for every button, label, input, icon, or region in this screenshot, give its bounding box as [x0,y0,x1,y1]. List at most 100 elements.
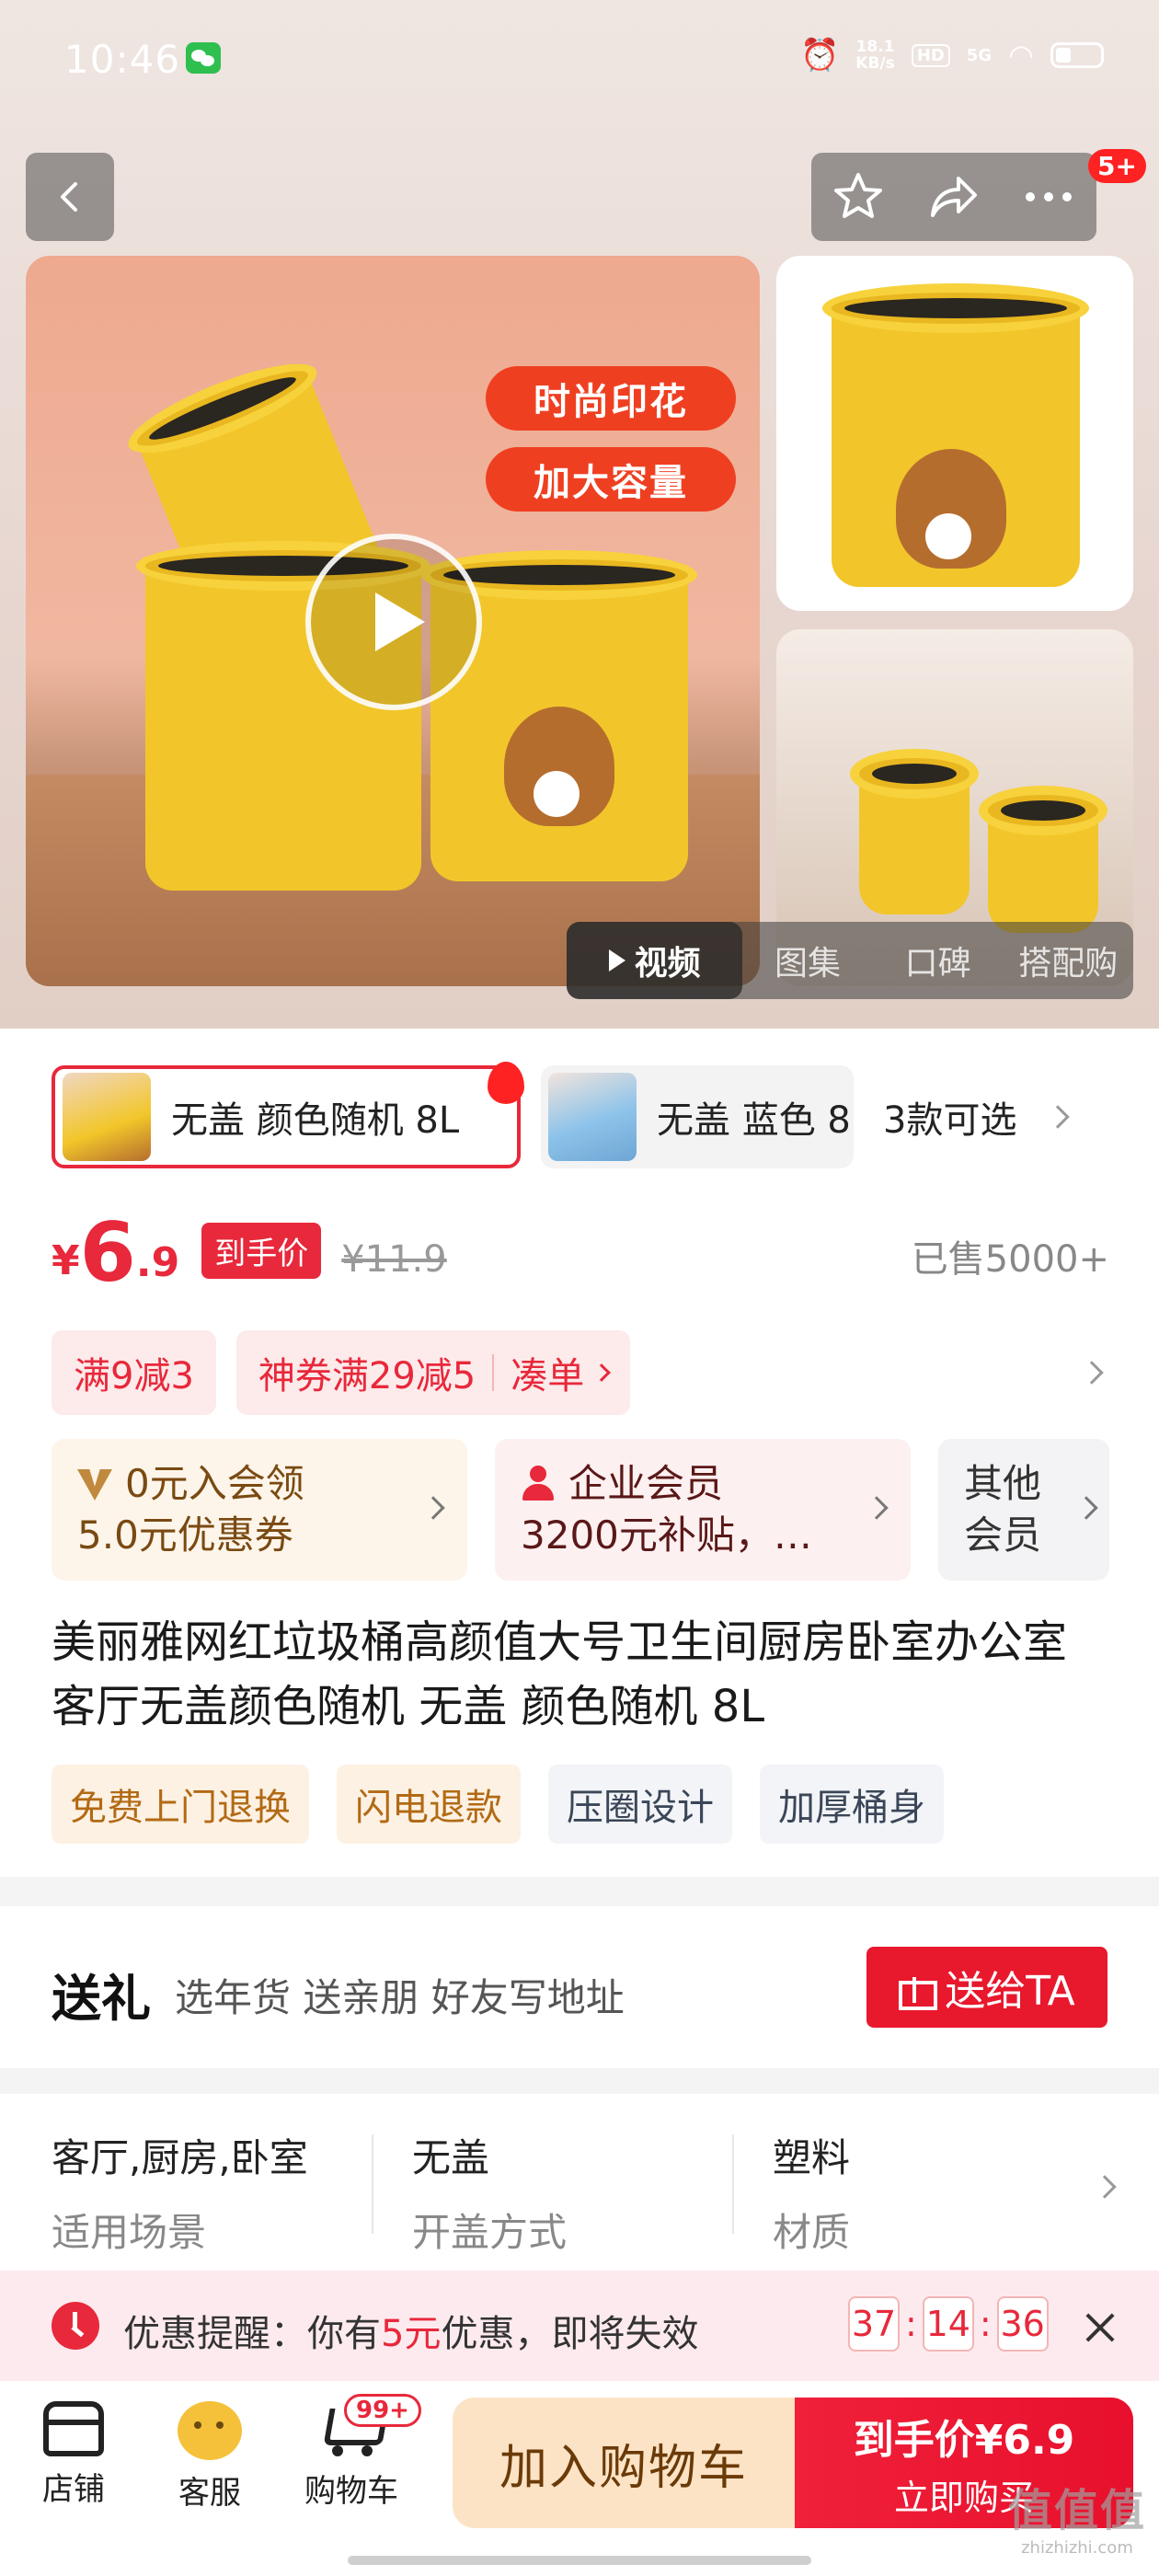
vip-v-icon [77,1469,112,1501]
service-tags: 免费上门退换 闪电退款 压圈设计 加厚桶身 [52,1765,971,1844]
watermark: 值值值 zhizhizhi.com [1008,2474,1146,2558]
sold-count: 已售5000+ [911,1238,1109,1281]
watermark-logo: 值值值 [1007,2485,1146,2536]
bear-illustration [504,707,614,826]
attr-value: 客厅,厨房,卧室 [52,2135,308,2180]
membership-row: 0元入会领 5.0元优惠券 企业会员 3200元补贴，… 其他 会员 [52,1439,1109,1581]
divider [492,1354,495,1391]
home-indicator[interactable] [348,2556,811,2565]
play-video-button[interactable] [305,534,482,710]
promo-coupon-label: 神券满29减5 [258,1355,476,1397]
countdown-timer: 37 : 14 : 36 [848,2296,1049,2352]
attr-material: 塑料 材质 [773,2127,850,2258]
cart-count-badge: 99+ [344,2394,421,2427]
customer-service-button[interactable]: 客服 [155,2401,265,2513]
member-card-other-text: 其他 会员 [964,1458,1041,1561]
price-integer: 6 [79,1205,136,1300]
person-icon [521,1466,556,1501]
star-icon[interactable] [832,170,885,224]
chevron-right-icon [1074,1496,1098,1520]
wifi-icon: ◠ [1008,38,1034,73]
main-product-image[interactable]: 时尚印花 加大容量 [26,256,760,986]
net-speed-value: 18.1 [855,38,895,56]
thumb2-bin-left [850,749,979,914]
attr-value: 塑料 [773,2135,851,2180]
status-bar: 10:46 ⏰ 18.1 KB/s HD 5G ◠ [0,0,1159,120]
divider [372,2134,373,2234]
reminder-prefix: 优惠提醒：你有 [123,2313,381,2355]
add-to-cart-button[interactable]: 加入购物车 [453,2398,795,2528]
tab-reviews[interactable]: 口碑 [873,937,1004,984]
chevron-right-icon [1046,1105,1071,1129]
wechat-icon [186,42,221,74]
promo-bundle-label: 凑单 [511,1355,585,1397]
gift-description: 选年货 送亲朋 好友写地址 [175,1975,625,2020]
share-icon[interactable] [925,171,981,223]
gift-icon [899,1972,938,2010]
attr-key: 材质 [773,2210,851,2255]
variant-label: 无盖 蓝色 8L [657,1099,854,1142]
tag-press-ring: 压圈设计 [548,1765,732,1844]
discount-reminder[interactable]: 优惠提醒：你有5元优惠，即将失效 37 : 14 : 36 [0,2271,1159,2381]
variant-thumb [548,1073,637,1161]
tag-fast-refund[interactable]: 闪电退款 [337,1765,521,1844]
chevron-right-icon [592,1363,612,1382]
thumbnail-1[interactable] [776,256,1133,611]
attr-value: 无盖 [412,2135,490,2180]
variant-selected[interactable]: 无盖 颜色随机 8L [52,1062,524,1168]
fire-icon [488,1062,524,1104]
attributes-section[interactable]: 客厅,厨房,卧室 适用场景 无盖 开盖方式 塑料 材质 [0,2094,1159,2271]
attr-lid: 无盖 开盖方式 [412,2127,567,2258]
more-icon[interactable] [1021,188,1076,206]
tag-free-return[interactable]: 免费上门退换 [52,1765,309,1844]
variant-option[interactable]: 无盖 蓝色 8L [541,1065,854,1168]
close-icon[interactable] [1082,2309,1119,2346]
buy-now-price: 到手价¥6.9 [853,2416,1075,2464]
top-actions [811,153,1096,241]
variant-count[interactable]: 3款可选 [876,1065,1071,1168]
reminder-text: 优惠提醒：你有5元优惠，即将失效 [123,2304,698,2357]
member-other-line2: 会员 [964,1512,1042,1558]
reminder-amount: 5元 [381,2313,442,2355]
hd-icon: HD [911,43,950,67]
product-title: 美丽雅网红垃圾桶高颜值大号卫生间厨房卧室办公室客厅无盖颜色随机 无盖 颜色随机 … [52,1616,1068,1732]
countdown-separator: : [979,2304,992,2344]
promo-discount[interactable]: 满9减3 [52,1330,216,1415]
net-speed: 18.1 KB/s [855,39,894,72]
variant-label: 无盖 颜色随机 8L [171,1099,460,1142]
attr-key: 开盖方式 [412,2210,568,2255]
countdown-separator: : [905,2304,917,2344]
send-gift-button[interactable]: 送给TA [866,1947,1107,2028]
feature-tag-capacity: 加大容量 [486,447,736,512]
variant-count-label: 3款可选 [883,1099,1017,1142]
product-gallery: 10:46 ⏰ 18.1 KB/s HD 5G ◠ 5+ 时尚印花 加大容量 视… [0,0,1159,1029]
promo-row[interactable]: 满9减3 神券满29减5 凑单 [52,1330,1109,1415]
send-gift-label: 送给TA [945,1968,1075,2015]
back-button[interactable] [26,153,114,241]
message-badge: 5+ [1088,149,1146,183]
shop-icon [43,2401,104,2456]
final-price-badge: 到手价 [201,1223,322,1279]
member-card-enterprise-text: 企业会员 3200元补贴，… [521,1458,812,1561]
member-card-join[interactable]: 0元入会领 5.0元优惠券 [52,1439,467,1581]
member-card-enterprise[interactable]: 企业会员 3200元补贴，… [495,1439,911,1581]
variant-thumb [63,1073,151,1161]
member-card-other[interactable]: 其他 会员 [938,1439,1109,1581]
member-card-join-text: 0元入会领 5.0元优惠券 [77,1458,304,1561]
chevron-left-icon [61,182,77,212]
alarm-icon: ⏰ [799,37,840,74]
tab-bundle[interactable]: 搭配购 [1003,937,1133,984]
chevron-right-icon [865,1496,889,1520]
countdown-hours: 37 [848,2296,900,2352]
chevron-right-icon [421,1496,445,1520]
system-icons: ⏰ 18.1 KB/s HD 5G ◠ [800,37,1104,74]
status-time: 10:46 [64,37,181,82]
customer-service-label: 客服 [178,2475,241,2512]
tab-video[interactable]: 视频 [567,922,743,999]
tab-gallery[interactable]: 图集 [742,937,873,984]
feature-tag-print: 时尚印花 [486,366,736,431]
promo-coupon[interactable]: 神券满29减5 凑单 [235,1330,631,1415]
clock-icon [52,2302,99,2350]
gift-label: 送礼 [52,1970,151,2028]
shop-button[interactable]: 店铺 [18,2401,129,2509]
